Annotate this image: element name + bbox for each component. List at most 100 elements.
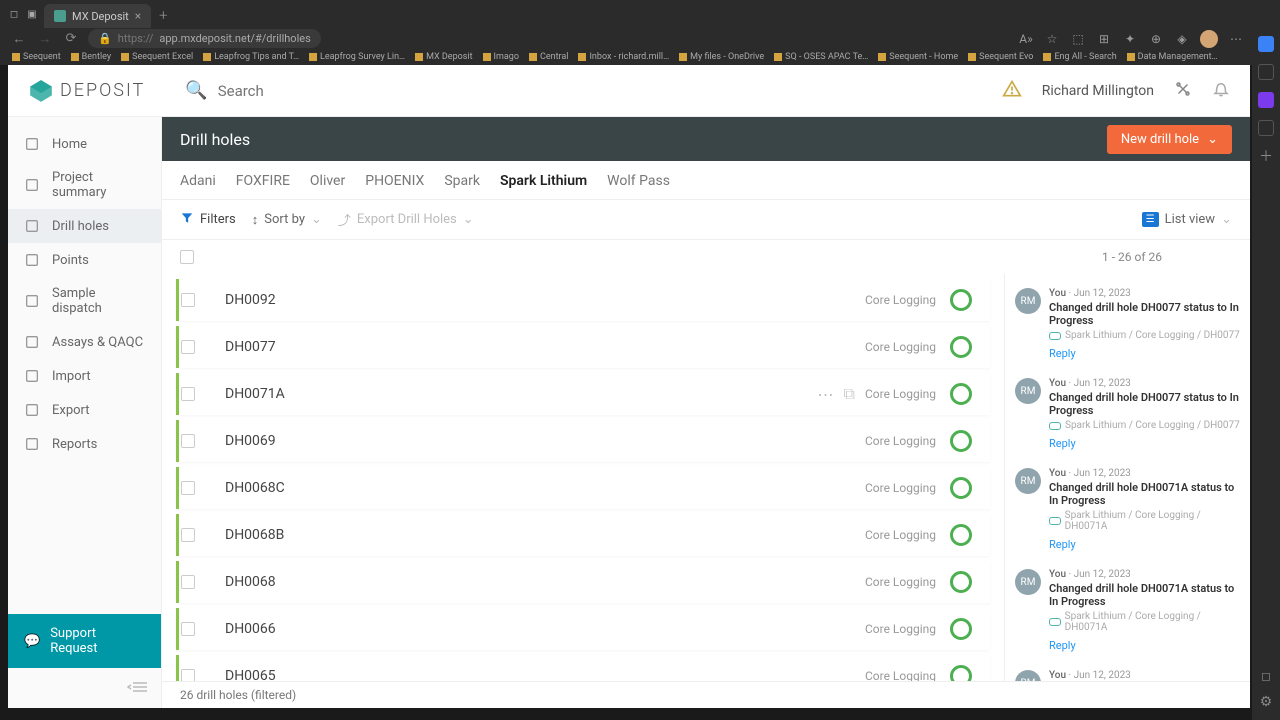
- browser-tab[interactable]: MX Deposit ×: [44, 4, 151, 28]
- row-tag: Core Logging: [865, 481, 936, 495]
- drill-hole-row[interactable]: DH0068Core Logging: [176, 561, 990, 603]
- bookmark-item[interactable]: Bentley: [71, 52, 111, 62]
- menu-icon[interactable]: ⋯: [1228, 31, 1244, 47]
- bookmark-item[interactable]: MX Deposit: [415, 52, 472, 62]
- sidebar-item-home[interactable]: Home: [8, 127, 161, 161]
- activity-path: Spark Lithium / Core Logging / DH0071A: [1049, 510, 1240, 532]
- reply-button[interactable]: Reply: [1049, 538, 1240, 551]
- tab-adani[interactable]: Adani: [180, 173, 216, 199]
- row-checkbox[interactable]: [181, 481, 195, 495]
- collections-icon[interactable]: ⊕: [1148, 31, 1164, 47]
- bookmark-item[interactable]: Inbox - richard.mill…: [578, 52, 669, 62]
- drill-hole-row[interactable]: DH0066Core Logging: [176, 608, 990, 650]
- search-input[interactable]: [218, 82, 418, 100]
- rail-chat-icon[interactable]: [1258, 36, 1274, 52]
- bookmark-item[interactable]: Central: [529, 52, 569, 62]
- sidebar-item-import[interactable]: Import: [8, 359, 161, 393]
- back-icon[interactable]: ←: [10, 30, 28, 48]
- row-checkbox[interactable]: [181, 340, 195, 354]
- activity-meta: You · Jun 12, 2023: [1049, 288, 1240, 299]
- row-checkbox[interactable]: [181, 387, 195, 401]
- folder-icon: [483, 53, 491, 61]
- filters-button[interactable]: Filters: [180, 211, 236, 229]
- extensions-icon[interactable]: ⊞: [1096, 31, 1112, 47]
- drill-hole-row[interactable]: DH0065Core Logging: [176, 655, 990, 681]
- sort-button[interactable]: ↕ Sort by ⌄: [252, 212, 322, 228]
- read-aloud-icon[interactable]: A»: [1018, 31, 1034, 47]
- bookmark-item[interactable]: Leapfrog Survey Lin…: [309, 52, 405, 62]
- bookmark-item[interactable]: Seequent - Home: [878, 52, 958, 62]
- tab-spark-lithium[interactable]: Spark Lithium: [500, 173, 587, 199]
- tab-foxfire[interactable]: FOXFIRE: [236, 173, 290, 199]
- select-all-checkbox[interactable]: [180, 250, 194, 264]
- export-button[interactable]: ⤴ Export Drill Holes ⌄: [338, 210, 474, 229]
- bookmark-item[interactable]: Seequent Evo: [968, 52, 1033, 62]
- tab-spark[interactable]: Spark: [444, 173, 480, 199]
- refresh-icon[interactable]: ⟳: [62, 30, 80, 48]
- row-checkbox[interactable]: [181, 528, 195, 542]
- row-checkbox[interactable]: [181, 575, 195, 589]
- tab-oliver[interactable]: Oliver: [310, 173, 345, 199]
- rail-search-icon[interactable]: [1258, 64, 1274, 80]
- bookmark-item[interactable]: Data Management…: [1127, 52, 1218, 62]
- rail-plus-icon[interactable]: ＋: [1258, 148, 1274, 164]
- settings-icon[interactable]: [1174, 80, 1192, 102]
- link-icon: [1049, 618, 1061, 626]
- bookmark-item[interactable]: Leapfrog Tips and T…: [203, 52, 299, 62]
- search-region: 🔍: [185, 80, 985, 101]
- more-icon[interactable]: ⋯: [818, 385, 834, 404]
- sidebar-item-sample-dispatch[interactable]: Sample dispatch: [8, 277, 161, 325]
- drill-hole-row[interactable]: DH0068CCore Logging: [176, 467, 990, 509]
- search-icon[interactable]: 🔍: [185, 80, 207, 101]
- sidebar-item-project-summary[interactable]: Project summary: [8, 161, 161, 209]
- row-checkbox[interactable]: [181, 434, 195, 448]
- row-checkbox[interactable]: [181, 293, 195, 307]
- row-checkbox[interactable]: [181, 669, 195, 681]
- drill-hole-row[interactable]: DH0071A⋯⧉Core Logging: [176, 373, 990, 415]
- tab-phoenix[interactable]: PHOENIX: [365, 173, 424, 199]
- support-request-button[interactable]: 💬 Support Request: [8, 614, 161, 668]
- row-checkbox[interactable]: [181, 622, 195, 636]
- shopping-icon[interactable]: ⬚: [1070, 31, 1086, 47]
- drill-hole-row[interactable]: DH0068BCore Logging: [176, 514, 990, 556]
- tab-workspaces-icon[interactable]: ▣: [26, 8, 38, 20]
- rail-tools-icon[interactable]: [1258, 120, 1274, 136]
- reply-button[interactable]: Reply: [1049, 639, 1240, 652]
- star-icon[interactable]: ☆: [1044, 31, 1060, 47]
- drill-hole-row[interactable]: DH0077Core Logging: [176, 326, 990, 368]
- rail-box-icon[interactable]: ◻: [1258, 668, 1274, 684]
- drill-hole-row[interactable]: DH0069Core Logging: [176, 420, 990, 462]
- url-field[interactable]: 🔒 https://app.mxdeposit.net/#/drillholes: [88, 29, 321, 48]
- notifications-icon[interactable]: [1212, 80, 1230, 102]
- alert-icon[interactable]: [1002, 79, 1022, 103]
- bookmark-item[interactable]: Seequent Excel: [121, 52, 193, 62]
- rail-settings-icon[interactable]: ⚙: [1258, 694, 1274, 710]
- drill-hole-row[interactable]: DH0092Core Logging: [176, 279, 990, 321]
- logo[interactable]: DEPOSIT: [28, 78, 145, 104]
- bookmark-item[interactable]: SQ - OSES APAC Te…: [774, 52, 868, 62]
- close-tab-icon[interactable]: ×: [135, 9, 141, 23]
- new-tab-icon[interactable]: ＋: [157, 8, 169, 20]
- bookmark-item[interactable]: Seequent: [12, 52, 61, 62]
- sidebar-item-assays--qaqc[interactable]: Assays & QAQC: [8, 325, 161, 359]
- copy-icon[interactable]: ⧉: [844, 384, 855, 404]
- tab-wolf-pass[interactable]: Wolf Pass: [607, 173, 670, 199]
- ext2-icon[interactable]: ◈: [1174, 31, 1190, 47]
- bookmark-item[interactable]: Imago: [483, 52, 519, 62]
- view-toggle[interactable]: ☰ List view ⌄: [1142, 212, 1232, 227]
- sidebar-item-export[interactable]: Export: [8, 393, 161, 427]
- bookmark-item[interactable]: My files - OneDrive: [679, 52, 764, 62]
- favorites-icon[interactable]: ✦: [1122, 31, 1138, 47]
- reply-button[interactable]: Reply: [1049, 347, 1240, 360]
- profile-avatar[interactable]: [1200, 30, 1218, 48]
- collapse-sidebar-icon[interactable]: [127, 679, 147, 698]
- sidebar-item-reports[interactable]: Reports: [8, 427, 161, 461]
- rail-outlook-icon[interactable]: [1258, 92, 1274, 108]
- tab-home-icon[interactable]: ◻: [8, 8, 20, 20]
- sidebar-item-points[interactable]: Points: [8, 243, 161, 277]
- bookmark-item[interactable]: Eng All - Search: [1043, 52, 1116, 62]
- new-drill-hole-button[interactable]: New drill hole ⌄: [1107, 125, 1232, 154]
- user-name[interactable]: Richard Millington: [1042, 83, 1154, 99]
- sidebar-item-drill-holes[interactable]: Drill holes: [8, 209, 161, 243]
- reply-button[interactable]: Reply: [1049, 437, 1240, 450]
